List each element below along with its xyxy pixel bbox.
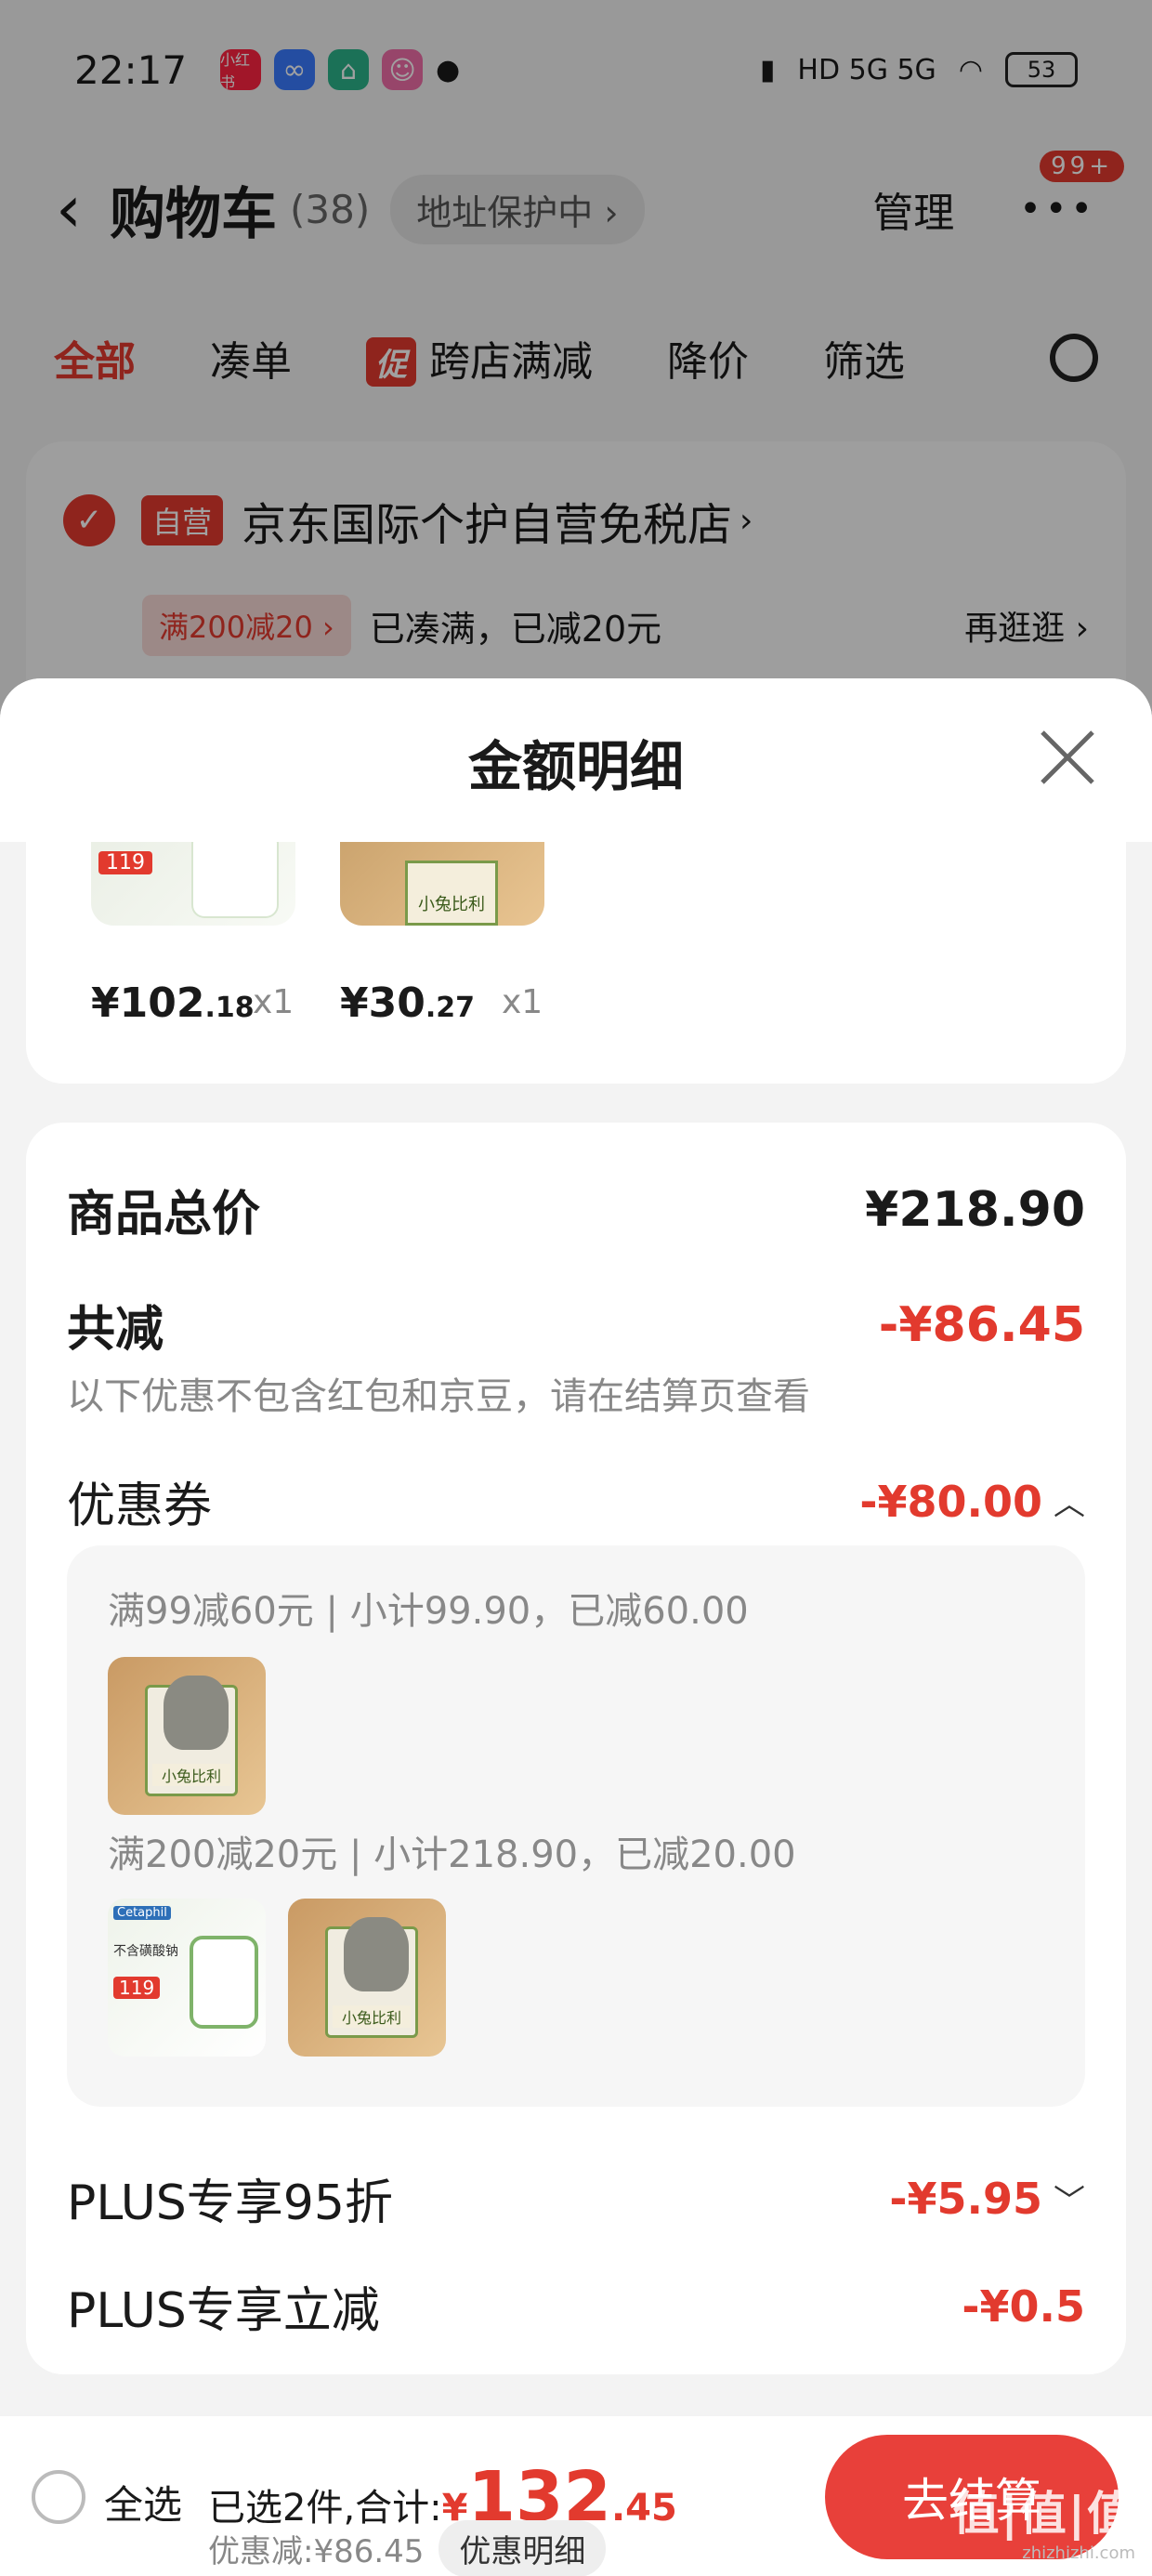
discount-detail-button[interactable]: 优惠明细 [439,2520,607,2576]
product-price: ¥102.18 [91,979,255,1027]
watermark-logo: 值|值|值 zhizhizhi.com [952,2477,1135,2563]
coupon-group-desc: 满99减60元 | 小计99.90，已减60.00 [108,1590,749,1633]
product-price-dec: .27 [425,992,476,1024]
discount-summary: 优惠减:¥86.45 优惠明细 [208,2520,607,2576]
total-price-row: 商品总价 ¥218.90 [67,1175,1085,1244]
thumb-book-label: 小兔比利 [333,2005,411,2028]
discount-label: 共减 [67,1302,164,1358]
close-icon[interactable] [1037,727,1098,788]
thumb-book-label: 小兔比利 [152,1764,230,1786]
price-detail-card: 商品总价 ¥218.90 共减 -¥86.45 以下优惠不包含红包和京豆，请在结… [26,1123,1126,2374]
coupon-value: -¥80.00 [859,1476,1042,1527]
discount-value: -¥86.45 [878,1296,1085,1353]
product-thumbnail-bunny-book[interactable]: 小兔比利 [288,1899,446,2057]
product-thumbnail-bunny-book[interactable]: 小兔比利 [108,1657,266,1815]
product-price: ¥30.27 [340,979,475,1027]
product-thumbnail-cetaphil[interactable]: 119 [91,842,295,926]
select-all-radio[interactable] [32,2470,85,2524]
thumb-price-tag: 119 [98,851,152,874]
thumb-claim: 不含磺酸钠 [113,1944,178,1959]
total-dec: .45 [610,2487,677,2530]
coupon-label: 优惠券 [67,1479,213,1534]
product-thumbnail-bunny-book[interactable]: 小兔比利 [340,842,544,926]
plus-95-row[interactable]: PLUS专享95折 -¥5.95 ﹀ [67,2163,1085,2233]
plus-95-label: PLUS专享95折 [67,2175,393,2231]
thumb-price-tag: 119 [113,1977,161,1999]
product-thumbnail-cetaphil[interactable]: Cetaphil 不含磺酸钠 119 [108,1899,266,2057]
coupon-row[interactable]: 优惠券 -¥80.00 ︿ [67,1466,1085,1536]
product-qty: x1 [253,983,295,1021]
product-qty: x1 [502,983,543,1021]
product-list-card: 119 小兔比利 ¥102.18 x1 ¥30.27 x1 [26,842,1126,1084]
sheet-title: 金额明细 [467,735,684,798]
discount-summary-text: 优惠减:¥86.45 [208,2533,425,2570]
total-price-value: ¥218.90 [865,1181,1085,1238]
select-all-label[interactable]: 全选 [104,2474,182,2530]
chevron-up-icon[interactable]: ︿ [1054,1479,1085,1524]
plus-direct-row: PLUS专享立减 -¥0.5 [67,2271,1085,2341]
modal-overlay[interactable] [0,0,1152,706]
chevron-down-icon[interactable]: ﹀ [1054,2175,1085,2221]
plus-direct-label: PLUS专享立减 [67,2283,380,2339]
plus-95-value: -¥5.95 [889,2173,1042,2224]
coupon-breakdown-box: 满99减60元 | 小计99.90，已减60.00 小兔比利 满200减20元 … [67,1545,1085,2107]
sheet-header: 金额明细 [0,678,1152,842]
thumb-book-label: 小兔比利 [405,861,498,926]
discount-row: 共减 -¥86.45 [67,1290,1085,1360]
coupon-group-desc: 满200减20元 | 小计218.90，已减20.00 [108,1833,796,1876]
plus-direct-value: -¥0.5 [962,2280,1085,2332]
checkout-bar: 全选 已选2件,合计: ¥132.45 优惠减:¥86.45 优惠明细 去结算 … [0,2416,1152,2576]
product-price-dec: .18 [204,992,255,1024]
discount-note: 以下优惠不包含红包和京豆，请在结算页查看 [67,1375,810,1418]
product-price-int: ¥30 [340,979,425,1027]
watermark-text: 值|值|值 [952,2487,1135,2541]
total-price-label: 商品总价 [67,1187,261,1242]
amount-detail-sheet: 金额明细 119 小兔比利 ¥102.18 x1 ¥30.27 x1 商品总价 … [0,678,1152,2576]
thumb-brand: Cetaphil [113,1906,171,1920]
watermark-url: zhizhizhi.com [1022,2543,1135,2563]
product-price-int: ¥102 [91,979,205,1027]
